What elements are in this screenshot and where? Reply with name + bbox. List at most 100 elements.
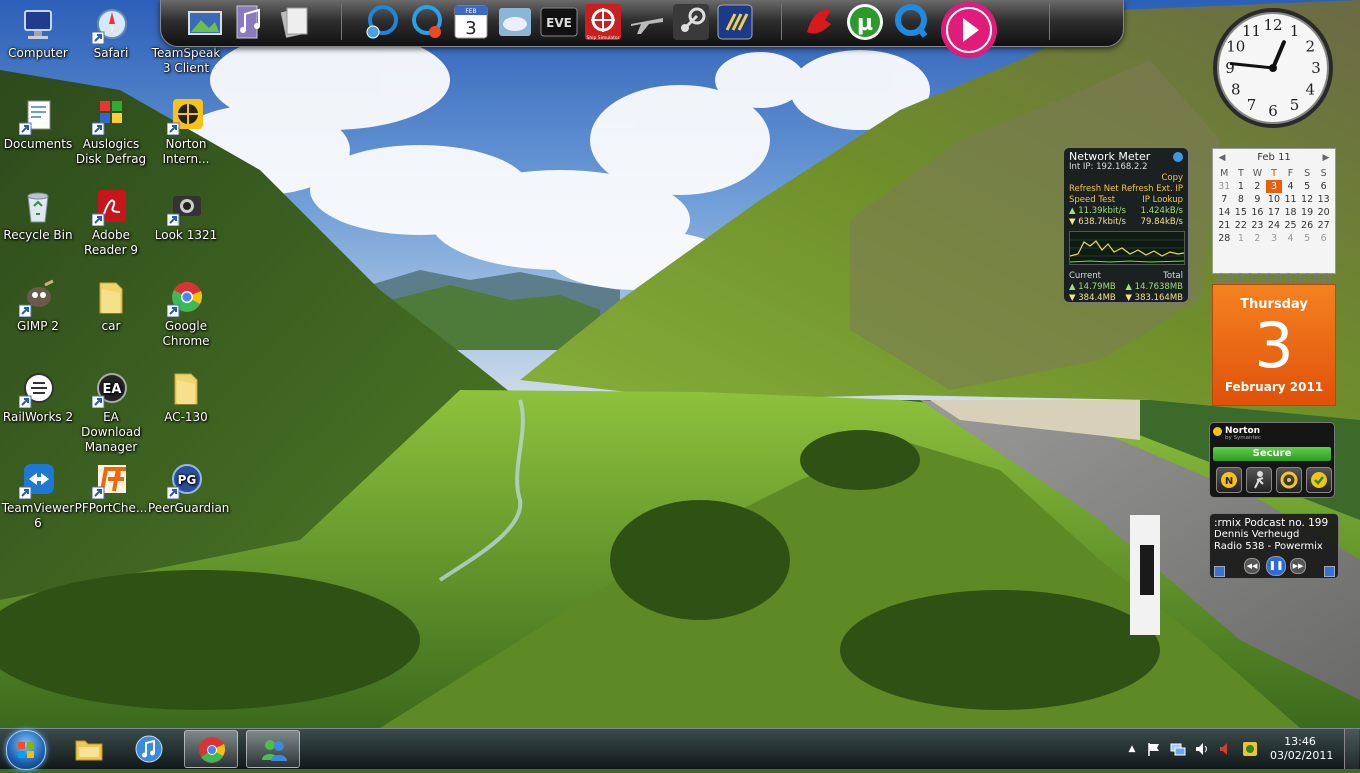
speaker-red-icon[interactable]: [1218, 741, 1234, 757]
calendar-day-cell[interactable]: 19: [1299, 206, 1316, 219]
calendar-day-cell[interactable]: 2: [1249, 232, 1266, 245]
calendar-day-cell[interactable]: 1: [1233, 232, 1250, 245]
show-hidden-icons-button[interactable]: ▲: [1124, 741, 1140, 757]
ip-lookup-link[interactable]: IP Lookup: [1142, 195, 1183, 206]
next-month-arrow-icon[interactable]: ▶: [1319, 149, 1333, 167]
show-desktop-button[interactable]: [1344, 729, 1359, 769]
desktop-icon-gimp[interactable]: GIMP 2: [0, 279, 76, 334]
calendar-day-cell[interactable]: 22: [1233, 219, 1250, 232]
calendar-day-cell[interactable]: 13: [1315, 193, 1332, 206]
desktop-icon-railworks[interactable]: RailWorks 2: [0, 370, 76, 425]
calendar-day-cell[interactable]: 11: [1282, 193, 1299, 206]
calendar-day-cell[interactable]: 20: [1315, 206, 1332, 219]
calendar-day-cell[interactable]: 9: [1249, 193, 1266, 206]
norton-update-button[interactable]: [1306, 467, 1332, 493]
calendar-day-cell[interactable]: 4: [1282, 180, 1299, 193]
calendar-day-cell[interactable]: 4: [1282, 232, 1299, 245]
previous-track-button[interactable]: ◀◀: [1244, 558, 1260, 574]
pause-button[interactable]: ❚❚: [1266, 556, 1286, 576]
desktop-icon-safari[interactable]: Safari: [73, 6, 149, 61]
dock-utorrent[interactable]: µ: [845, 2, 885, 42]
taskbar-clock[interactable]: 13:46 03/02/2011: [1270, 735, 1333, 763]
norton-activity-button[interactable]: [1246, 467, 1272, 493]
radio-menu-icon[interactable]: [1214, 566, 1225, 577]
action-center-flag-icon[interactable]: [1146, 741, 1162, 757]
calendar-day-cell[interactable]: 3: [1266, 232, 1283, 245]
radio-player-gadget[interactable]: :rmix Podcast no. 199 Dennis Verheugd Ra…: [1209, 513, 1339, 579]
calendar-day-cell[interactable]: 31: [1216, 180, 1233, 193]
taskbar-messenger[interactable]: [246, 730, 300, 768]
start-button[interactable]: [6, 730, 46, 770]
calendar-day-cell[interactable]: 24: [1266, 219, 1283, 232]
dock-game-launcher[interactable]: [715, 2, 755, 42]
calendar-day-cell[interactable]: 6: [1315, 180, 1332, 193]
calendar-day-cell[interactable]: 8: [1233, 193, 1250, 206]
taskbar-explorer[interactable]: [62, 730, 116, 768]
calendar-day-cell[interactable]: 28: [1216, 232, 1233, 245]
dock-system-tools[interactable]: [361, 2, 401, 42]
dock-photo-gallery[interactable]: [185, 2, 225, 42]
network-icon[interactable]: [1170, 741, 1186, 757]
dock-eve-online[interactable]: EVE: [539, 2, 579, 42]
dock-documents[interactable]: [275, 2, 315, 42]
calendar-day-cell[interactable]: 14: [1216, 206, 1233, 219]
calendar-day-cell[interactable]: 1: [1233, 180, 1250, 193]
desktop-icon-ea-download-manager[interactable]: EA EA Download Manager: [73, 370, 149, 455]
calendar-day-cell[interactable]: 26: [1299, 219, 1316, 232]
tray-app-icon[interactable]: [1242, 741, 1258, 757]
desktop-icon-norton-internet[interactable]: Norton Intern...: [148, 97, 224, 167]
refresh-net-link[interactable]: Refresh Net: [1069, 184, 1119, 195]
calendar-day-cell[interactable]: 18: [1282, 206, 1299, 219]
calendar-day-cell[interactable]: 7: [1216, 193, 1233, 206]
calendar-day-cell[interactable]: 2: [1249, 180, 1266, 193]
taskbar-itunes[interactable]: [122, 730, 176, 768]
desktop-icon-peerguardian[interactable]: PG PeerGuardian: [148, 461, 229, 516]
dock-music-app[interactable]: [231, 2, 271, 42]
calendar-day-cell[interactable]: 27: [1315, 219, 1332, 232]
network-meter-gadget[interactable]: Network Meter Int IP: 192.168.2.2 Copy R…: [1063, 147, 1189, 303]
calendar-day-cell[interactable]: 3: [1265, 180, 1283, 193]
calendar-day-cell[interactable]: 5: [1299, 232, 1316, 245]
desktop-icon-ac130-folder[interactable]: AC-130: [148, 370, 224, 425]
desktop-icon-computer[interactable]: Computer: [0, 6, 76, 61]
next-track-button[interactable]: ▶▶: [1290, 558, 1306, 574]
calendar-day-cell[interactable]: 6: [1315, 232, 1332, 245]
clock-gadget[interactable]: 1 2 3 4 5 6 7 8 9 10 11 12: [1211, 6, 1335, 130]
previous-month-arrow-icon[interactable]: ◀: [1215, 149, 1229, 167]
desktop-icon-adobe-reader[interactable]: Adobe Reader 9: [73, 188, 149, 258]
volume-icon[interactable]: [1194, 741, 1210, 757]
taskbar-chrome[interactable]: [184, 730, 238, 768]
norton-scan-button[interactable]: N: [1216, 467, 1242, 493]
calendar-day-cell[interactable]: 5: [1299, 180, 1316, 193]
norton-gadget[interactable]: Norton by Symantec Secure N: [1209, 422, 1335, 498]
calendar-day-cell[interactable]: 12: [1299, 193, 1316, 206]
desktop-icon-google-chrome[interactable]: Google Chrome: [148, 279, 224, 349]
dock-itunes[interactable]: [939, 0, 999, 58]
dock-weather[interactable]: [495, 2, 535, 42]
calendar-day-cell[interactable]: 21: [1216, 219, 1233, 232]
calendar-day-cell[interactable]: 16: [1249, 206, 1266, 219]
calendar-day-cell[interactable]: 25: [1282, 219, 1299, 232]
dock-quicktime[interactable]: [891, 2, 931, 42]
refresh-ext-ip-link[interactable]: Refresh Ext. IP: [1121, 184, 1183, 195]
dock-ship-simulator[interactable]: Ship Simulator: [583, 2, 623, 42]
desktop-icon-documents[interactable]: Documents: [0, 97, 76, 152]
desktop-icon-look[interactable]: Look 1321: [148, 188, 224, 243]
dock-steam[interactable]: [671, 2, 711, 42]
desktop-icon-recycle-bin[interactable]: Recycle Bin: [0, 188, 76, 243]
calendar-day-cell[interactable]: 17: [1266, 206, 1283, 219]
desktop-icon-pfportchecker[interactable]: PFPortChe...: [73, 461, 149, 516]
radio-volume-icon[interactable]: [1324, 566, 1335, 577]
norton-settings-button[interactable]: [1276, 467, 1302, 493]
desktop-icon-car-folder[interactable]: car: [73, 279, 149, 334]
calendar-gadget[interactable]: ◀ Feb 11 ▶ MTWTFSS 31 1 2 3 4 5 6 7 8 9 10 11 12 13 14…: [1212, 148, 1336, 406]
calendar-day-cell[interactable]: 23: [1249, 219, 1266, 232]
dock-flight-simulator[interactable]: [627, 2, 667, 42]
copy-link[interactable]: Copy: [1161, 173, 1183, 184]
dock-skype[interactable]: [405, 2, 445, 42]
dock-calendar[interactable]: FEB 3: [451, 2, 491, 42]
dock-ea[interactable]: [799, 2, 839, 42]
speed-test-link[interactable]: Speed Test: [1069, 195, 1115, 206]
calendar-day-cell[interactable]: 15: [1233, 206, 1250, 219]
desktop-icon-auslogics[interactable]: Auslogics Disk Defrag: [73, 97, 149, 167]
